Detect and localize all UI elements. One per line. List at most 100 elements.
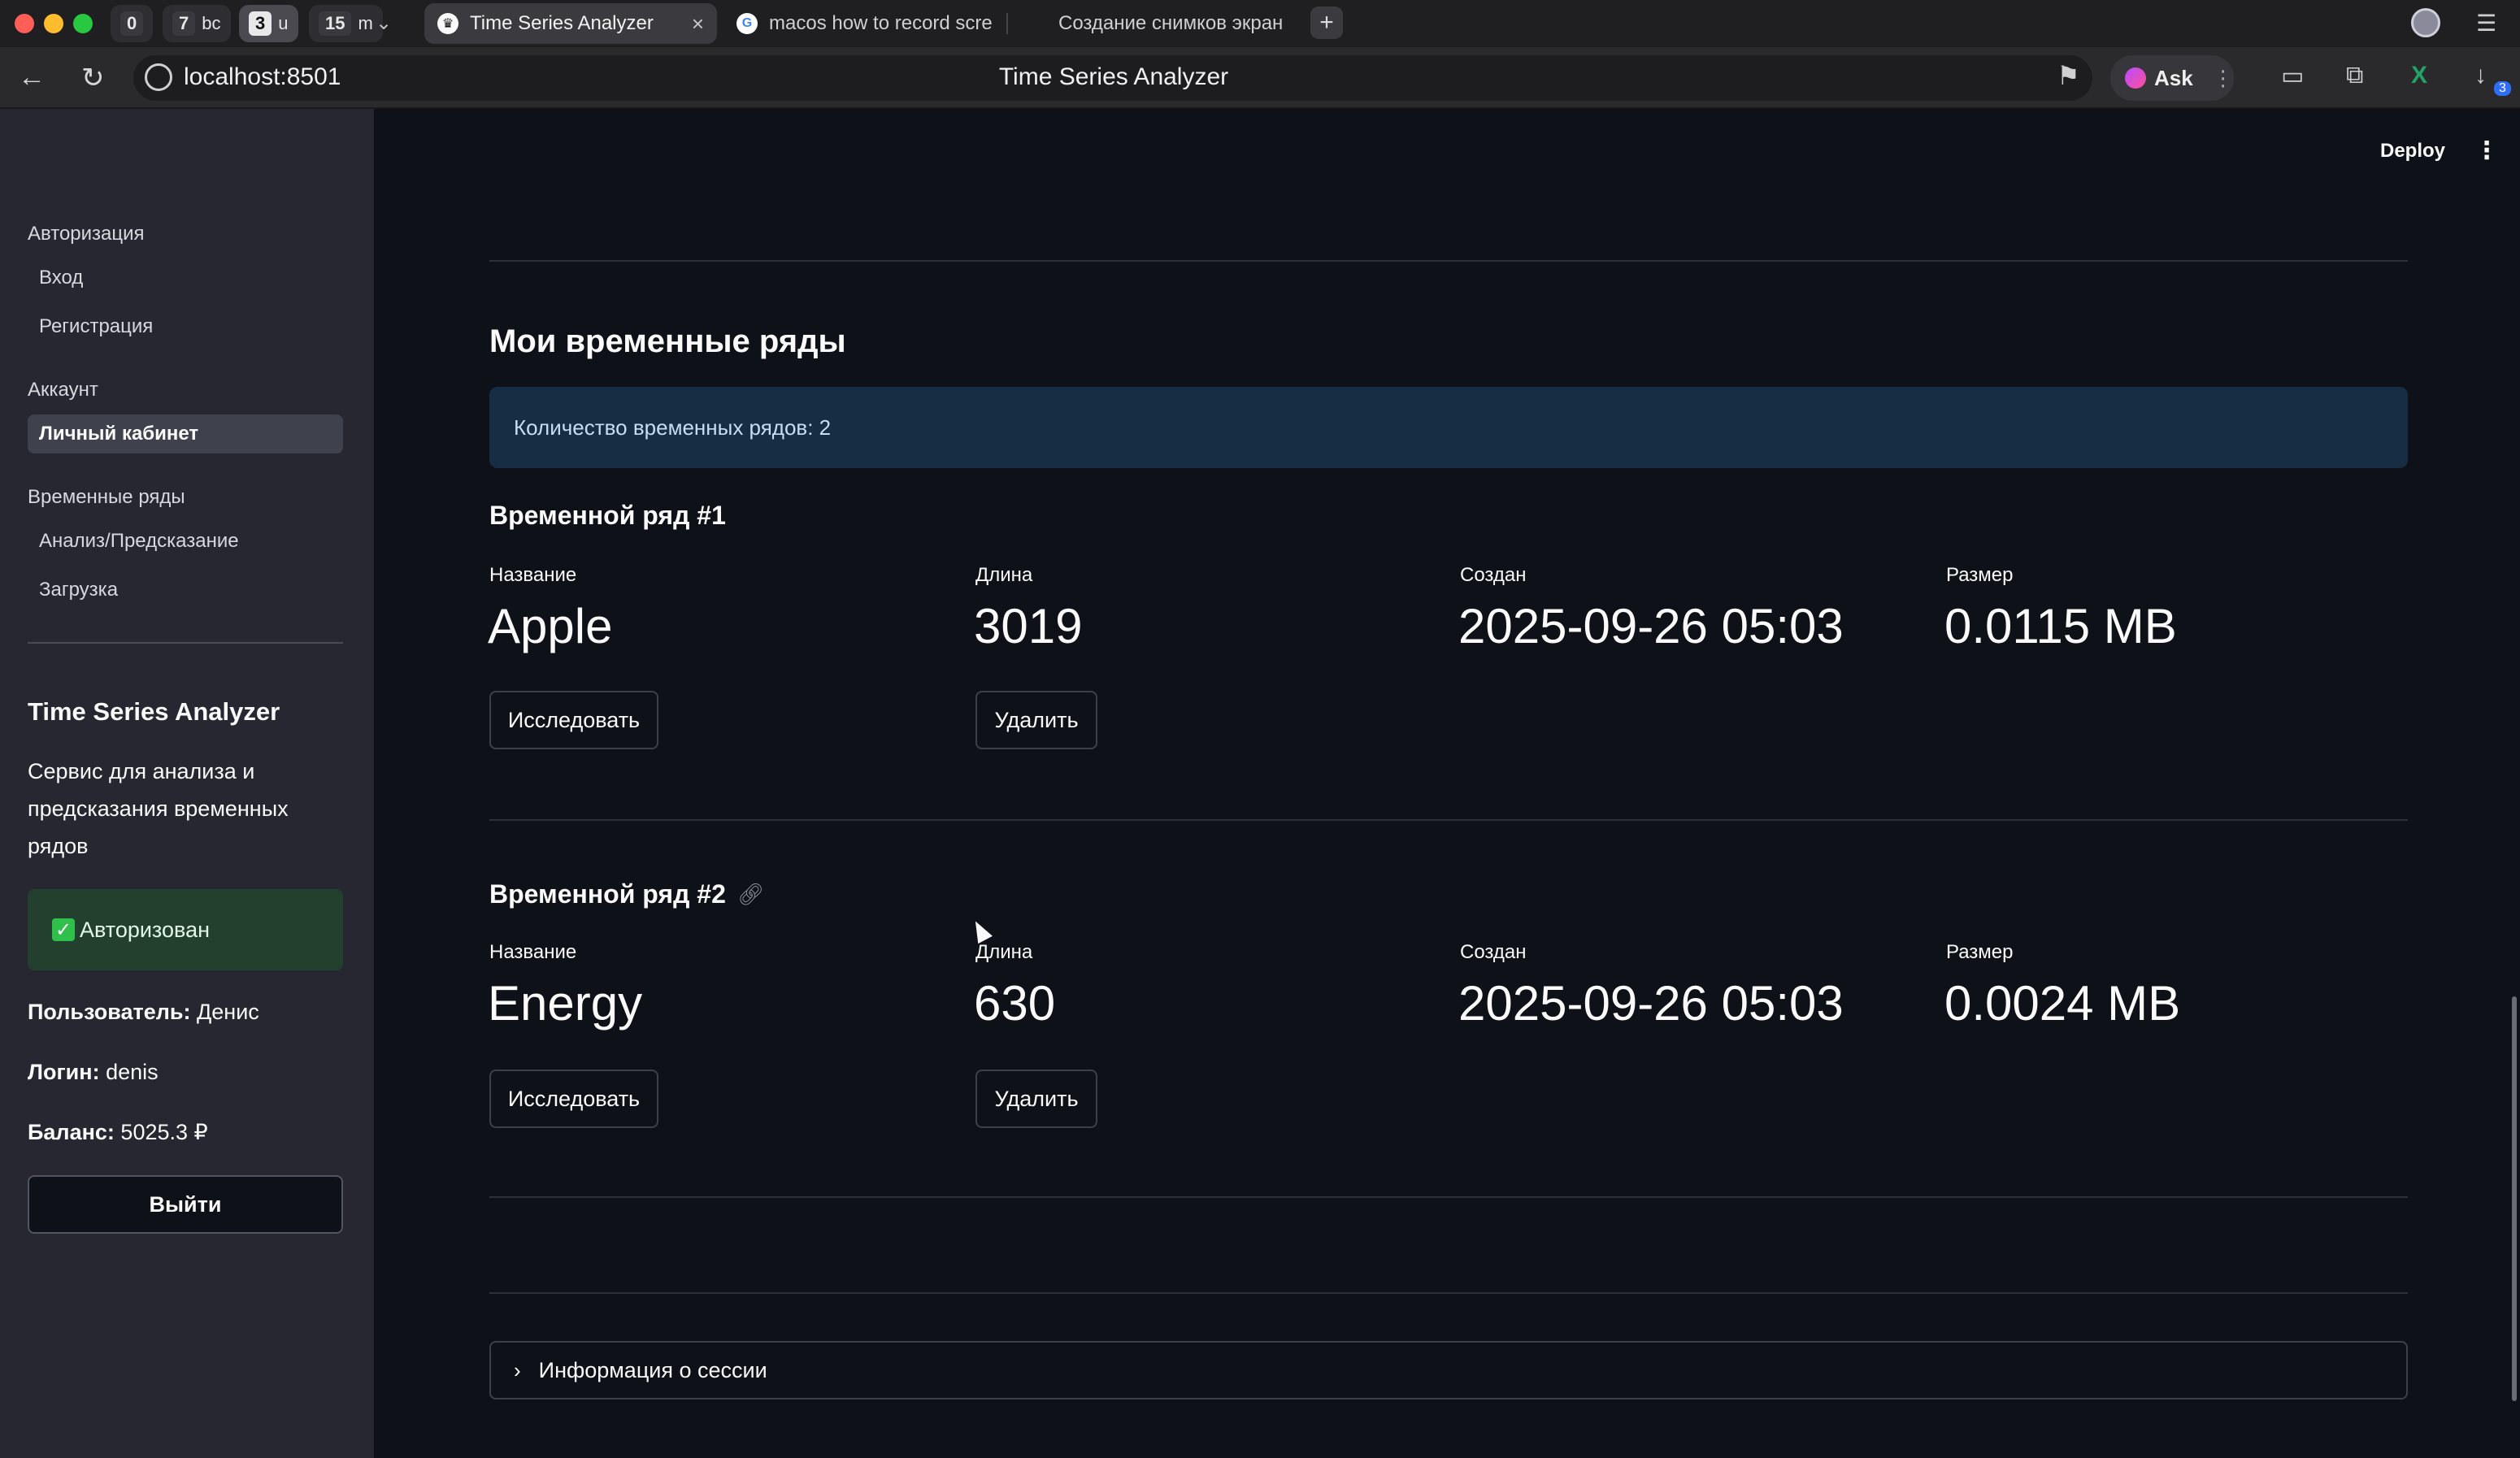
user-info: Пользователь: Денис bbox=[28, 1000, 259, 1025]
login-label: Логин: bbox=[28, 1060, 100, 1084]
battery-icon[interactable]: ▭ bbox=[2281, 62, 2304, 90]
metric-value-length: 3019 bbox=[974, 599, 1083, 653]
extensions-icon[interactable]: ⧉ bbox=[2346, 62, 2363, 89]
metric-value-length: 630 bbox=[974, 976, 1056, 1031]
tab-group-count: 15 bbox=[319, 11, 352, 36]
tab-group-chip[interactable]: 3 u bbox=[239, 5, 298, 42]
back-arrow-icon[interactable]: ← bbox=[18, 62, 46, 93]
page-heading: Мои временные ряды bbox=[489, 323, 846, 359]
metric-value-created: 2025-09-26 05:03 bbox=[1458, 976, 1844, 1031]
metric-label-created: Создан bbox=[1460, 941, 1527, 963]
metric-label-name: Название bbox=[489, 564, 577, 586]
minimize-window-button[interactable] bbox=[44, 14, 63, 33]
page-title: Time Series Analyzer bbox=[998, 63, 1229, 90]
login-info: Логин: denis bbox=[28, 1060, 159, 1085]
auth-status-text: Авторизован bbox=[80, 917, 210, 942]
sidebar-item-upload[interactable]: Загрузка bbox=[28, 571, 343, 610]
session-info-label: Информация о сессии bbox=[538, 1357, 767, 1382]
tab-apple-screenshots[interactable]: Создание снимков экран bbox=[1013, 3, 1297, 44]
maximize-window-button[interactable] bbox=[73, 14, 93, 33]
series-title: Временной ряд #1 bbox=[489, 501, 726, 531]
tab-time-series-analyzer[interactable]: ♛ Time Series Analyzer × bbox=[424, 3, 717, 44]
tab-title: macos how to record scre bbox=[769, 12, 993, 34]
logout-button[interactable]: Выйти bbox=[28, 1175, 343, 1234]
explore-button[interactable]: Исследовать bbox=[489, 691, 658, 749]
metric-label-length: Длина bbox=[975, 941, 1033, 963]
ai-assistant-icon bbox=[2125, 67, 2146, 89]
balance-label: Баланс: bbox=[28, 1120, 115, 1144]
tab-title: Time Series Analyzer bbox=[470, 12, 654, 34]
ask-label: Ask bbox=[2154, 65, 2193, 90]
download-icon[interactable]: ↓ bbox=[2474, 62, 2487, 89]
balance-value: 5025.3 ₽ bbox=[120, 1120, 208, 1144]
series-count-text: Количество временных рядов: 2 bbox=[514, 414, 832, 440]
bookmark-icon[interactable]: ⚑ bbox=[2057, 60, 2080, 91]
ask-ai-button[interactable]: Ask ⋮ bbox=[2110, 55, 2234, 101]
login-value: denis bbox=[106, 1060, 159, 1084]
url-text[interactable]: localhost:8501 bbox=[184, 63, 341, 91]
sidebar-section-account: Аккаунт bbox=[28, 379, 98, 401]
auth-status-badge: ✓ Авторизован bbox=[28, 889, 343, 970]
downloads-count-badge: 3 bbox=[2494, 81, 2511, 96]
scrollbar[interactable] bbox=[2512, 996, 2517, 1401]
streamlit-favicon-icon: ♛ bbox=[437, 13, 458, 34]
tab-group-label: m bbox=[358, 13, 373, 33]
site-info-icon[interactable] bbox=[145, 63, 172, 91]
delete-button[interactable]: Удалить bbox=[975, 691, 1097, 749]
sidebar-item-login[interactable]: Вход bbox=[28, 258, 343, 297]
divider bbox=[489, 260, 2408, 262]
sidebar-item-analysis[interactable]: Анализ/Предсказание bbox=[28, 522, 343, 561]
browser-tab-bar: 0 7 bc 3 u 15 m ⌄ ♛ Time Series Analyzer… bbox=[0, 0, 2520, 47]
metric-label-size: Размер bbox=[1946, 564, 2014, 586]
link-icon[interactable]: 🔗︎ bbox=[737, 882, 764, 907]
metric-value-size: 0.0024 MB bbox=[1944, 976, 2181, 1031]
tab-macos-record[interactable]: G macos how to record scre bbox=[723, 3, 1000, 44]
series-title: Временной ряд #2 🔗︎ bbox=[489, 879, 764, 909]
tab-group-chip[interactable]: 7 bc bbox=[163, 5, 231, 42]
tab-separator bbox=[1006, 13, 1008, 34]
tab-group-chip[interactable]: 0 bbox=[111, 5, 154, 42]
metric-value-name: Apple bbox=[488, 599, 613, 653]
metric-value-created: 2025-09-26 05:03 bbox=[1458, 599, 1844, 653]
browser-menu-icon[interactable]: ☰ bbox=[2476, 10, 2496, 37]
profile-avatar[interactable] bbox=[2411, 8, 2440, 37]
session-info-expander[interactable]: › Информация о сессии bbox=[489, 1341, 2408, 1399]
divider bbox=[489, 1196, 2408, 1198]
main-content bbox=[374, 109, 2520, 1458]
sidebar-item-personal-account[interactable]: Личный кабинет bbox=[28, 414, 343, 453]
delete-button[interactable]: Удалить bbox=[975, 1070, 1097, 1128]
tab-group-label: bc bbox=[202, 13, 221, 33]
sidebar-section-auth: Авторизация bbox=[28, 223, 145, 245]
new-tab-button[interactable]: + bbox=[1310, 7, 1343, 39]
series-title-text: Временной ряд #2 bbox=[489, 879, 726, 909]
explore-button[interactable]: Исследовать bbox=[489, 1070, 658, 1128]
chevron-down-icon[interactable]: ⌄ bbox=[376, 11, 392, 35]
metric-label-length: Длина bbox=[975, 564, 1033, 586]
deploy-button[interactable]: Deploy bbox=[2380, 140, 2445, 163]
browser-address-bar: ← ↻ localhost:8501 Time Series Analyzer … bbox=[0, 47, 2520, 109]
google-favicon-icon: G bbox=[736, 13, 758, 34]
sidebar-item-register[interactable]: Регистрация bbox=[28, 307, 343, 346]
sidebar-section-time-series: Временные ряды bbox=[28, 486, 185, 508]
metric-value-name: Energy bbox=[488, 976, 643, 1031]
series-count-info: Количество временных рядов: 2 bbox=[489, 387, 2408, 468]
tab-group-chip[interactable]: 15 m bbox=[309, 5, 383, 42]
sidebar-app-title: Time Series Analyzer bbox=[28, 697, 280, 726]
excel-extension-icon[interactable]: X bbox=[2411, 62, 2427, 89]
series-title-text: Временной ряд #1 bbox=[489, 501, 726, 530]
metric-label-size: Размер bbox=[1946, 941, 2014, 963]
balance-info: Баланс: 5025.3 ₽ bbox=[28, 1120, 208, 1145]
reload-icon[interactable]: ↻ bbox=[81, 62, 105, 94]
close-window-button[interactable] bbox=[15, 14, 34, 33]
close-tab-icon[interactable]: × bbox=[692, 11, 704, 37]
tab-group-label: u bbox=[278, 13, 289, 33]
sidebar-divider bbox=[28, 642, 343, 644]
more-vertical-icon[interactable]: ⋮ bbox=[2474, 137, 2499, 165]
divider bbox=[489, 1292, 2408, 1294]
metric-value-size: 0.0115 MB bbox=[1944, 599, 2177, 653]
more-vertical-icon[interactable]: ⋮ bbox=[2213, 66, 2234, 91]
tab-group-count: 3 bbox=[249, 11, 272, 36]
tab-group-count: 0 bbox=[120, 11, 144, 36]
metric-label-created: Создан bbox=[1460, 564, 1527, 586]
tab-title: Создание снимков экран bbox=[1058, 12, 1284, 34]
